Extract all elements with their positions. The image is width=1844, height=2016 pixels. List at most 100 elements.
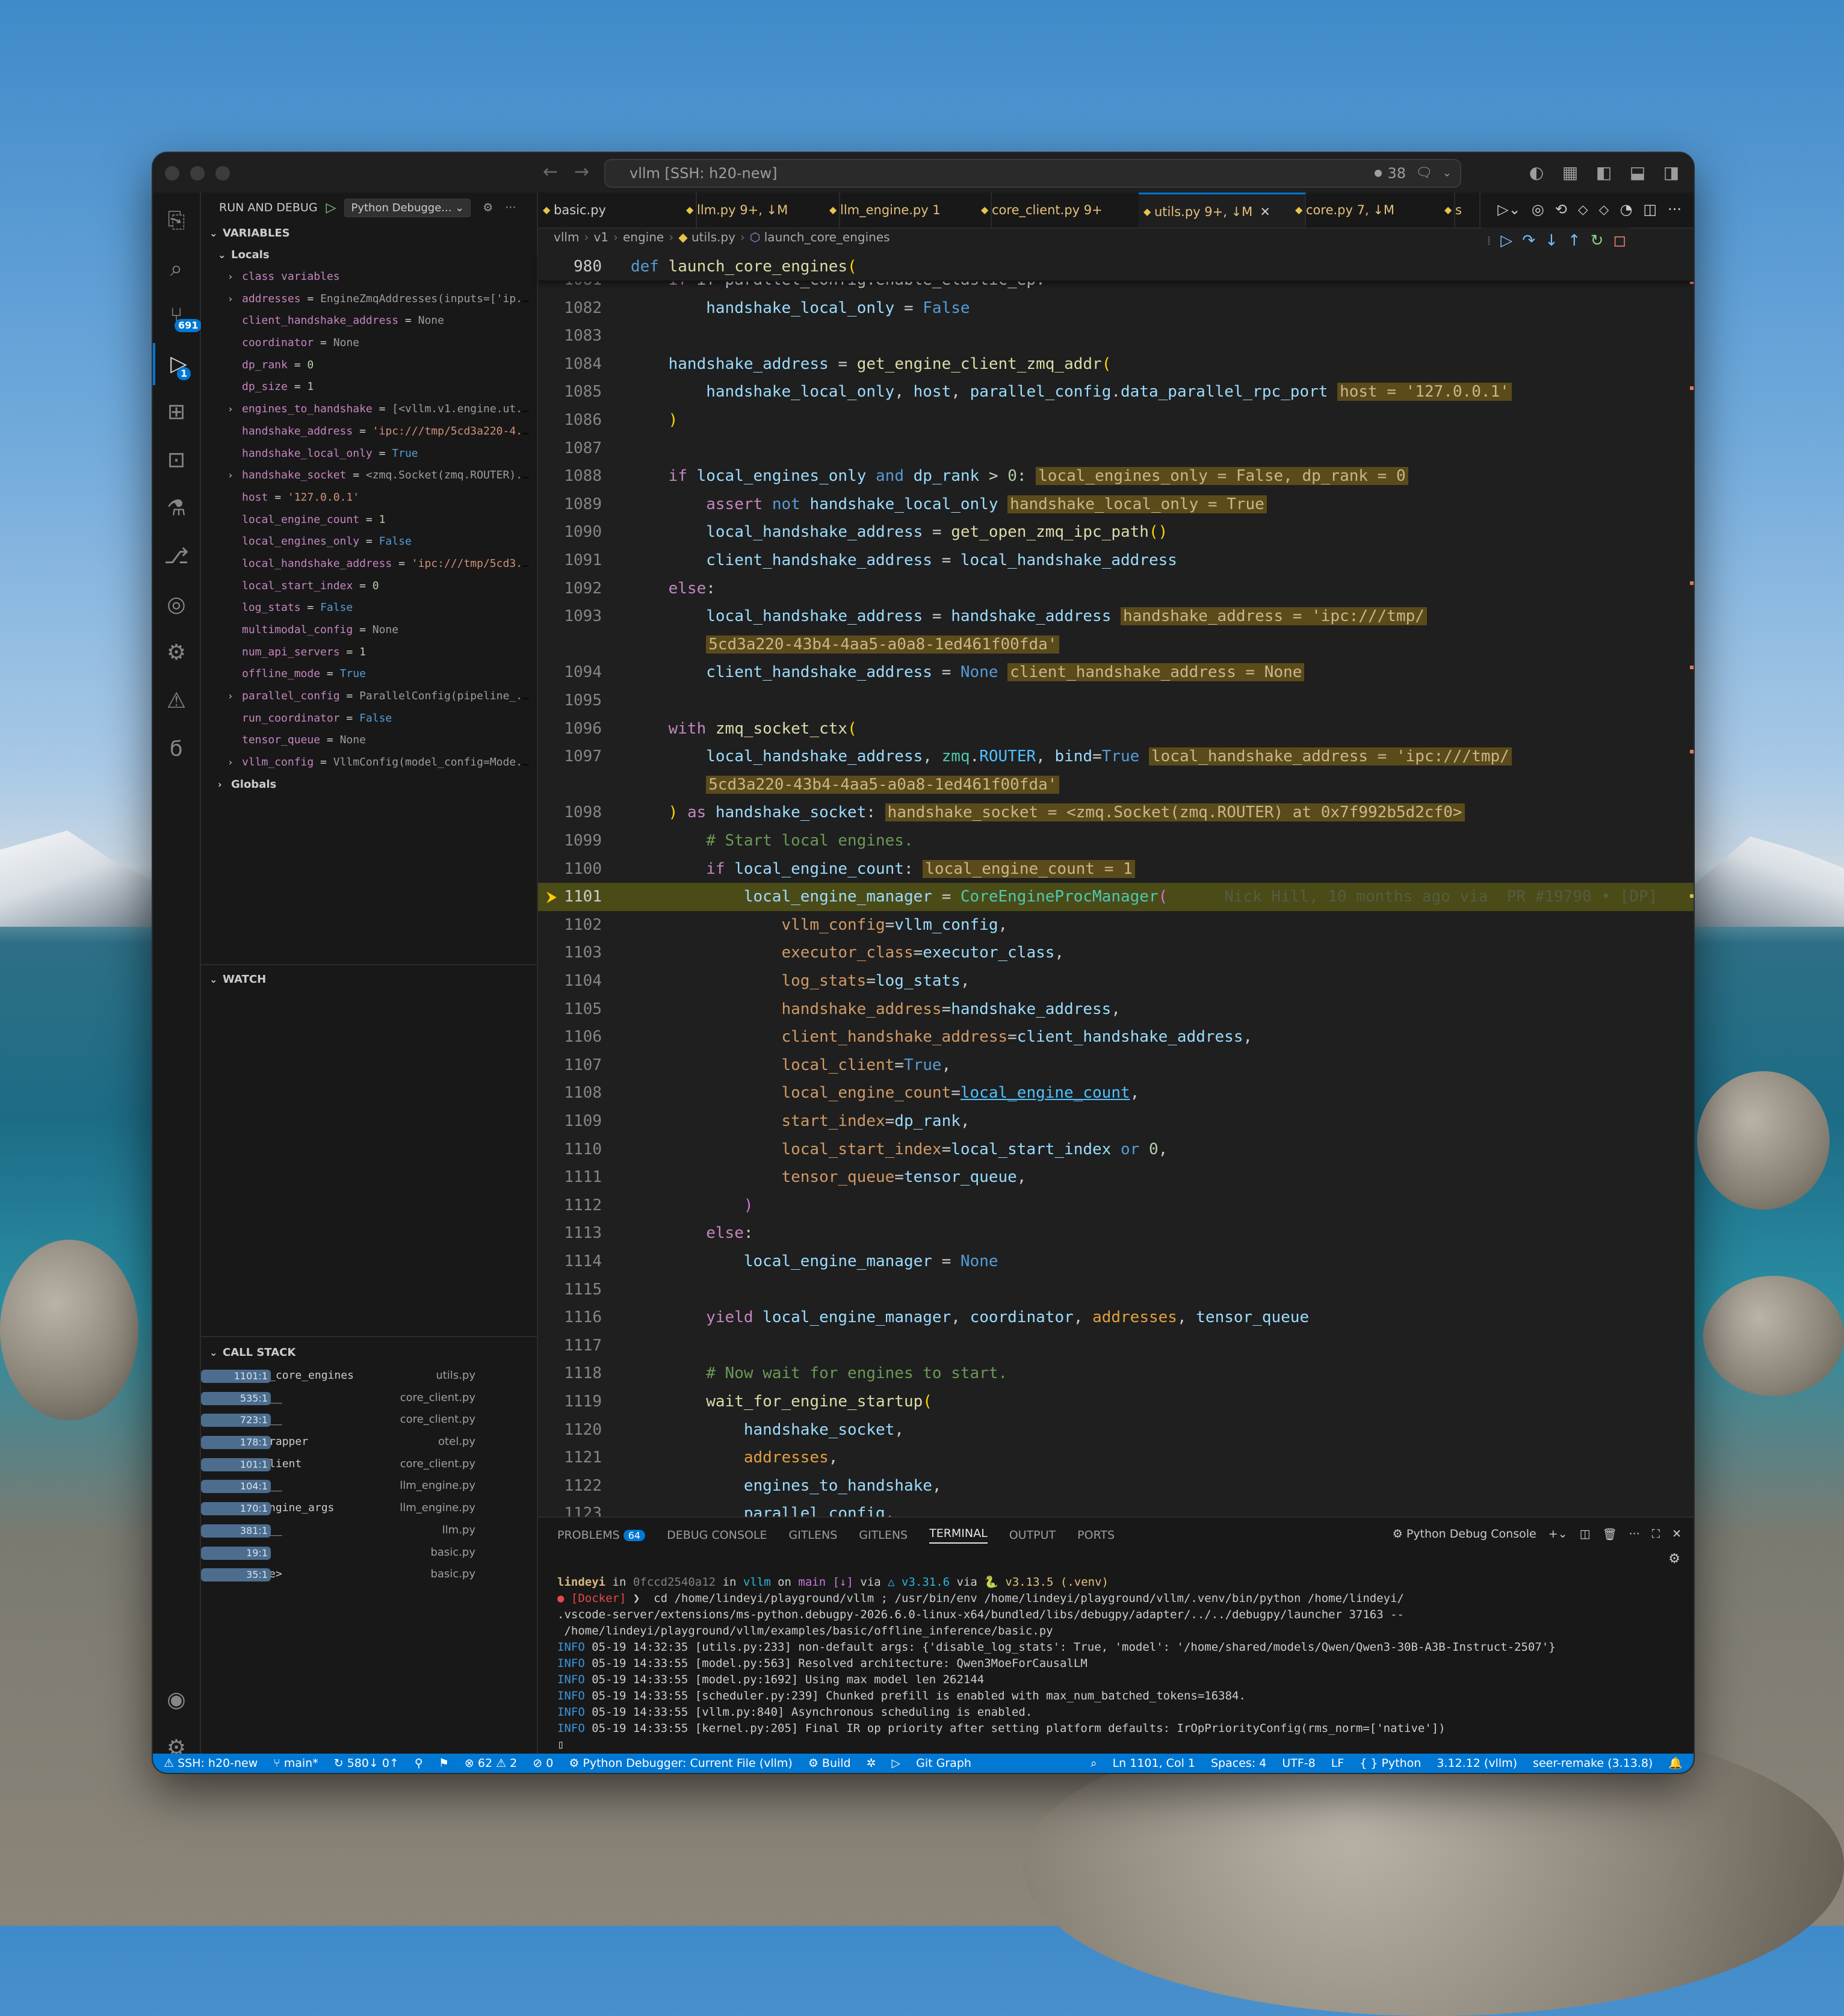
breakpoint-arrow-icon[interactable]: ⮞ [546, 883, 557, 911]
debug-session[interactable]: ⚙ Python Debugger: Current File (vllm) [569, 1754, 793, 1773]
git-graph-icon[interactable]: ◎ [153, 584, 200, 626]
variable-row[interactable]: num_api_servers = 1 [201, 642, 537, 664]
source-control-icon[interactable]: ⑂ 691 [153, 295, 202, 337]
sticky-scroll-header[interactable]: 980 def launch_core_engines( [538, 253, 1694, 282]
customize-layout-icon[interactable]: ▦ [1560, 162, 1580, 182]
variable-row[interactable]: handshake_address = 'ipc:///tmp/5cd3a220… [201, 421, 537, 443]
toggle-panel-icon[interactable]: ⬓ [1627, 162, 1648, 182]
variable-row[interactable]: offline_mode = True [201, 663, 537, 685]
cursor-position[interactable]: Ln 1101, Col 1 [1113, 1754, 1195, 1773]
more-actions-icon[interactable]: ··· [1668, 201, 1682, 218]
git-graph[interactable]: Git Graph [916, 1754, 971, 1773]
more-actions-icon[interactable]: ··· [1629, 1527, 1640, 1541]
gear-icon[interactable]: ⚙ [1668, 1551, 1680, 1566]
variable-row[interactable]: › parallel_config = ParallelConfig(pipeli… [201, 685, 537, 708]
prev-change-icon[interactable]: ⬦ [1578, 201, 1588, 218]
indentation[interactable]: Spaces: 4 [1211, 1754, 1266, 1773]
back-arrow-icon[interactable]: ← [543, 161, 558, 182]
drag-handle-icon[interactable]: ⁞ [1487, 233, 1491, 248]
chevron-down-icon[interactable]: ⌄ [1443, 160, 1452, 187]
variable-row[interactable]: handshake_local_only = True [201, 443, 537, 465]
tab-output[interactable]: OUTPUT [1009, 1529, 1056, 1542]
stack-frame[interactable]: __init__core_client.py535:1 [201, 1387, 537, 1409]
tab-gitlens[interactable]: GITLENS [789, 1529, 838, 1542]
stack-frame[interactable]: from_engine_args llm_engine.py 170:1 [201, 1497, 537, 1520]
variable-row[interactable]: multimodal_config = None [201, 619, 537, 642]
tab-debug-console[interactable]: DEBUG CONSOLE [667, 1529, 767, 1542]
maximize-panel-icon[interactable]: ⛶ [1652, 1527, 1660, 1541]
explorer-icon[interactable]: ⎘ [153, 200, 200, 242]
tab-llm-py[interactable]: ◆ llm.py 9+, ↓M [681, 193, 840, 227]
compare-icon[interactable]: ⟲ [1555, 201, 1567, 218]
chevron-right-icon[interactable]: › [227, 465, 242, 487]
breadcrumb-item[interactable]: utils.py [692, 230, 735, 244]
chevron-right-icon[interactable]: › [227, 398, 242, 421]
step-into-icon[interactable]: ↓ [1545, 232, 1558, 250]
variable-row[interactable]: dp_rank = 0 [201, 354, 537, 377]
tab-utils-py[interactable]: ◆ utils.py 9+, ↓M ✕ [1139, 193, 1306, 227]
git-sync[interactable]: ↻ 580↓ 0↑ [334, 1754, 399, 1773]
variables-section-header[interactable]: ⌄ VARIABLES [201, 223, 537, 244]
encoding[interactable]: UTF-8 [1282, 1754, 1315, 1773]
variable-row[interactable]: › engines_to_handshake = [<vllm.v1.engine… [201, 398, 537, 421]
copilot-icon[interactable]: ◐ [1526, 162, 1547, 182]
tab-gitlens-2[interactable]: GITLENS [859, 1529, 908, 1542]
tab-terminal[interactable]: TERMINAL [929, 1527, 988, 1544]
variable-row[interactable]: local_engine_count = 1 [201, 509, 537, 531]
close-tab-icon[interactable]: ✕ [1260, 205, 1270, 219]
next-change-icon[interactable]: ⬦ [1599, 201, 1609, 218]
extensions-icon[interactable]: ⊞ [153, 391, 200, 433]
docker-icon[interactable]: ⚙ [153, 632, 200, 674]
breadcrumb-item[interactable]: engine [623, 230, 664, 244]
account-icon[interactable]: ◉ [153, 1679, 200, 1721]
variable-row[interactable]: local_engines_only = False [201, 531, 537, 553]
split-terminal-icon[interactable]: ◫ [1580, 1527, 1591, 1541]
search-icon[interactable]: ⌕ [153, 248, 200, 290]
stack-frame[interactable]: make_clientcore_client.py101:1 [201, 1453, 537, 1476]
tab-ports[interactable]: PORTS [1077, 1529, 1115, 1542]
zoom-icon[interactable]: ⌕ [1091, 1754, 1097, 1773]
python-interpreter[interactable]: 3.12.12 (vllm) [1437, 1754, 1517, 1773]
git-branch[interactable]: ⑂ main* [273, 1754, 318, 1773]
variable-row[interactable]: › class variables [201, 266, 537, 288]
code-lines[interactable]: 1081 if if parallel_config.enable_elasti… [538, 280, 1694, 1517]
stack-frame[interactable]: <module>basic.py35:1 [201, 1563, 537, 1586]
variable-row[interactable]: › handshake_socket = <zmq.Socket(zmq.ROUT… [201, 465, 537, 487]
stack-frame[interactable]: __init__core_client.py723:1 [201, 1409, 537, 1431]
tab-core-client-py[interactable]: ◆ core_client.py 9+ [976, 193, 1154, 227]
chevron-right-icon[interactable]: › [227, 752, 242, 774]
seer-icon[interactable]: ϭ [153, 728, 200, 770]
debug-attach-icon[interactable]: ⚲ [415, 1754, 423, 1773]
variable-row[interactable]: dp_size = 1 [201, 376, 537, 398]
testing-icon[interactable]: ⚗ [153, 487, 200, 530]
git-blame-annotation[interactable]: Nick Hill, 10 months ago via PR #19790 •… [1224, 888, 1657, 906]
terminal-output[interactable]: lindeyi in 0fccd2540a12 in vllm on main … [557, 1574, 1657, 1753]
variable-row[interactable]: local_handshake_address = 'ipc:///tmp/5c… [201, 553, 537, 575]
ai-assistant-icon[interactable]: ⚠ [153, 680, 200, 722]
trash-icon[interactable]: 🗑 [1603, 1527, 1617, 1541]
window-close-button[interactable] [165, 166, 179, 181]
language-mode[interactable]: { } Python [1360, 1754, 1421, 1773]
line-ending[interactable]: LF [1331, 1754, 1344, 1773]
start-debugging-icon[interactable]: ▷ [326, 200, 336, 215]
problems-indicator[interactable]: ⊗ 62 ⚠ 2 [465, 1754, 517, 1773]
breadcrumb-item[interactable]: v1 [593, 230, 608, 244]
ports-icon[interactable]: ⚑ [439, 1754, 449, 1773]
remote-explorer-icon[interactable]: ⊡ [153, 439, 200, 481]
bug-icon[interactable]: ✲ [867, 1754, 876, 1773]
variable-row[interactable]: local_start_index = 0 [201, 575, 537, 598]
seer-version[interactable]: seer-remake (3.13.8) [1533, 1754, 1653, 1773]
callstack-section-header[interactable]: ⌄ CALL STACK [201, 1342, 537, 1364]
variable-row[interactable]: coordinator = None [201, 332, 537, 354]
stack-frame[interactable]: __init__llm_engine.py104:1 [201, 1475, 537, 1497]
watch-section-header[interactable]: ⌄ WATCH [201, 969, 537, 991]
toggle-secondary-sidebar-icon[interactable]: ◨ [1661, 162, 1682, 182]
step-out-icon[interactable]: ↑ [1568, 232, 1581, 250]
variable-row[interactable]: › vllm_config = VllmConfig(model_config=M… [201, 752, 537, 774]
chat-icon[interactable]: 🗨 [1415, 160, 1432, 187]
variable-row[interactable]: tensor_queue = None [201, 729, 537, 752]
variable-row[interactable]: run_coordinator = False [201, 708, 537, 730]
tab-overflow[interactable]: ◆ s [1440, 193, 1480, 227]
run-menu-icon[interactable]: ▷⌄ [1497, 201, 1521, 218]
variable-row[interactable]: log_stats = False [201, 597, 537, 619]
